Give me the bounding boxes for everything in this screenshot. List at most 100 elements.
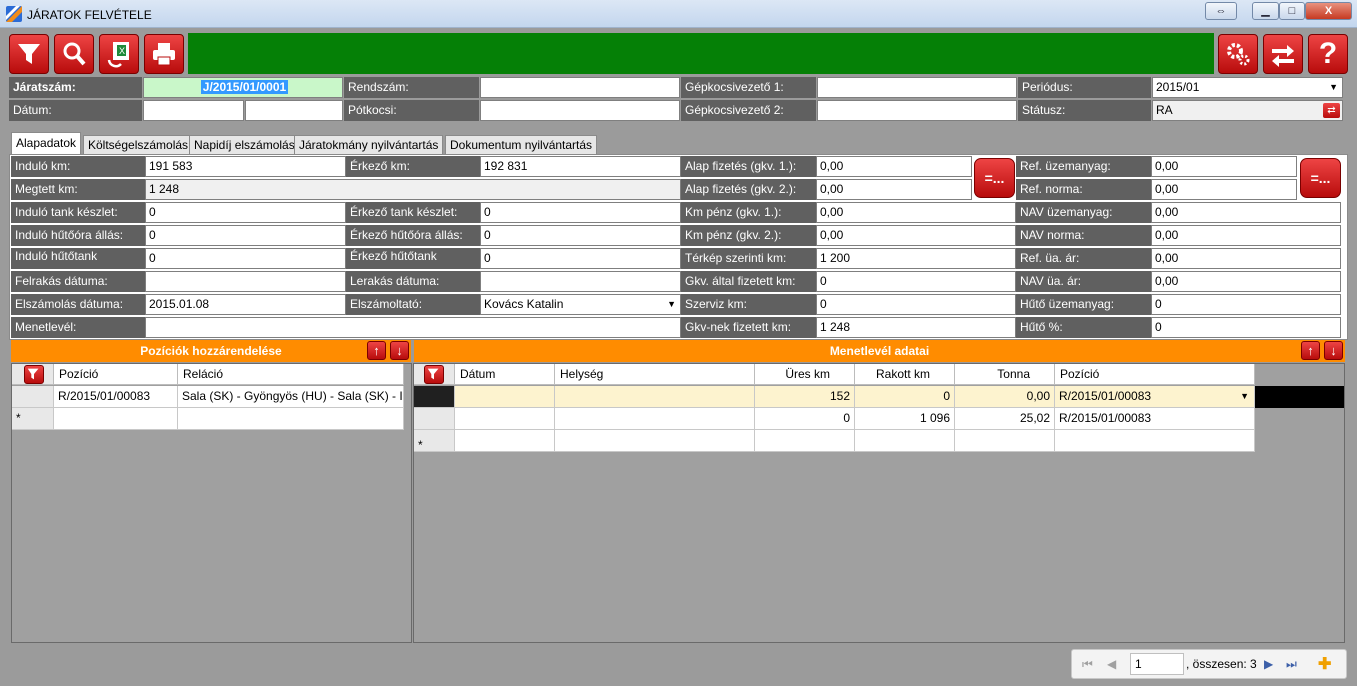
- menetlevel-filter-button[interactable]: [424, 365, 444, 384]
- col-ures-km[interactable]: Üres km: [755, 364, 855, 385]
- restore-size-button[interactable]: ⇔: [1205, 2, 1237, 20]
- tab-napidij[interactable]: Napidíj elszámolás: [189, 135, 300, 155]
- indulo-hutotank-field[interactable]: 0: [145, 248, 346, 269]
- table-cell[interactable]: Sala (SK) - Gyöngyös (HU) - Sala (SK) - …: [178, 386, 404, 408]
- indulo-km-field[interactable]: 191 583: [145, 156, 346, 177]
- col-helyseg[interactable]: Helység: [555, 364, 755, 385]
- jaratszam-field[interactable]: J/2015/01/0001: [143, 77, 343, 98]
- last-page-icon[interactable]: ⏭: [1286, 657, 1297, 672]
- status-field[interactable]: RA ⇄: [1152, 100, 1343, 121]
- table-cell[interactable]: 0,00: [955, 386, 1055, 408]
- refresh-icon[interactable]: ⇄: [1323, 103, 1340, 118]
- menetlevel-field[interactable]: [145, 317, 681, 338]
- erkezo-km-field[interactable]: 192 831: [480, 156, 681, 177]
- datum-field-1[interactable]: [143, 100, 244, 121]
- col-rakott-km[interactable]: Rakott km: [855, 364, 955, 385]
- km-penz-1-field[interactable]: 0,00: [816, 202, 1016, 223]
- tab-alapadatok[interactable]: Alapadatok: [11, 132, 82, 156]
- huto-ua-field[interactable]: 0: [1151, 294, 1341, 315]
- prev-page-icon[interactable]: ◀: [1107, 657, 1116, 671]
- table-cell[interactable]: [178, 408, 404, 430]
- switch-button[interactable]: [1263, 34, 1303, 74]
- minimize-button[interactable]: ▁: [1252, 2, 1279, 20]
- erkezo-huto-ora-field[interactable]: 0: [480, 225, 681, 246]
- row-selector[interactable]: [414, 386, 455, 408]
- ref-calc-button[interactable]: =...: [1300, 158, 1341, 198]
- indulo-huto-ora-field[interactable]: 0: [145, 225, 346, 246]
- felrakas-field[interactable]: [145, 271, 346, 292]
- col-relacio[interactable]: Reláció: [178, 364, 404, 385]
- row-selector[interactable]: [12, 386, 54, 408]
- datum-field-2[interactable]: [245, 100, 343, 121]
- elszamoltato-select[interactable]: Kovács Katalin ▼: [480, 294, 681, 315]
- table-cell[interactable]: [755, 430, 855, 452]
- excel-export-button[interactable]: X: [99, 34, 139, 74]
- gkv-nek-field[interactable]: 1 248: [816, 317, 1016, 338]
- sofor2-field[interactable]: [817, 100, 1017, 121]
- search-button[interactable]: [54, 34, 94, 74]
- table-cell[interactable]: [955, 430, 1055, 452]
- erkezo-hutotank-field[interactable]: 0: [480, 248, 681, 269]
- nav-ua-ar-field[interactable]: 0,00: [1151, 271, 1341, 292]
- potkocsi-field[interactable]: [480, 100, 680, 121]
- indulo-tank-field[interactable]: 0: [145, 202, 346, 223]
- table-cell[interactable]: [1055, 430, 1255, 452]
- tab-dokumentum[interactable]: Dokumentum nyilvántartás: [445, 135, 598, 155]
- gkv-fizetett-field[interactable]: 0: [816, 271, 1016, 292]
- table-cell[interactable]: [555, 430, 755, 452]
- alap-fizetes-2-field[interactable]: 0,00: [816, 179, 972, 200]
- table-cell[interactable]: [555, 386, 755, 408]
- km-penz-2-field[interactable]: 0,00: [816, 225, 1016, 246]
- alap-fizetes-1-field[interactable]: 0,00: [816, 156, 972, 177]
- alap-fizetes-calc-button[interactable]: =...: [974, 158, 1015, 198]
- ref-ua-field[interactable]: 0,00: [1151, 156, 1297, 177]
- sofor1-field[interactable]: [817, 77, 1017, 98]
- print-button[interactable]: [144, 34, 184, 74]
- periodus-select[interactable]: 2015/01 ▼: [1152, 77, 1343, 98]
- lerakas-field[interactable]: [480, 271, 681, 292]
- col-tonna[interactable]: Tonna: [955, 364, 1055, 385]
- nav-norma-field[interactable]: 0,00: [1151, 225, 1341, 246]
- page-number-input[interactable]: 1: [1130, 653, 1184, 675]
- col-pozicio[interactable]: Pozíció: [54, 364, 178, 385]
- table-cell[interactable]: 1 096: [855, 408, 955, 430]
- nav-ua-field[interactable]: 0,00: [1151, 202, 1341, 223]
- close-button[interactable]: X: [1305, 2, 1352, 20]
- tab-koltsegelszamolas[interactable]: Költségelszámolás: [83, 135, 194, 155]
- row-selector[interactable]: [414, 408, 455, 430]
- settings-button[interactable]: [1218, 34, 1258, 74]
- col-datum[interactable]: Dátum: [455, 364, 555, 385]
- table-cell[interactable]: [555, 408, 755, 430]
- poziciok-move-down-button[interactable]: ↓: [390, 341, 409, 360]
- menetlevel-move-up-button[interactable]: ↑: [1301, 341, 1320, 360]
- maximize-button[interactable]: □: [1279, 2, 1305, 20]
- table-cell[interactable]: [455, 386, 555, 408]
- poziciok-move-up-button[interactable]: ↑: [367, 341, 386, 360]
- terkep-km-field[interactable]: 1 200: [816, 248, 1016, 269]
- menetlevel-move-down-button[interactable]: ↓: [1324, 341, 1343, 360]
- erkezo-tank-field[interactable]: 0: [480, 202, 681, 223]
- ref-norma-field[interactable]: 0,00: [1151, 179, 1297, 200]
- szerviz-km-field[interactable]: 0: [816, 294, 1016, 315]
- first-page-icon[interactable]: ⏮: [1082, 657, 1093, 672]
- table-cell[interactable]: [855, 430, 955, 452]
- tab-jaratokmany[interactable]: Járatokmány nyilvántartás: [294, 135, 444, 155]
- poziciok-filter-button[interactable]: [24, 365, 44, 384]
- pozicio-dropdown[interactable]: R/2015/01/00083 ▼: [1055, 386, 1255, 408]
- table-cell[interactable]: [54, 408, 178, 430]
- rendszam-field[interactable]: [480, 77, 680, 98]
- elszamolas-field[interactable]: 2015.01.08: [145, 294, 346, 315]
- add-record-icon[interactable]: ✚: [1318, 654, 1331, 674]
- table-cell[interactable]: [455, 408, 555, 430]
- ref-ua-ar-field[interactable]: 0,00: [1151, 248, 1341, 269]
- table-cell[interactable]: R/2015/01/00083: [1055, 408, 1255, 430]
- next-page-icon[interactable]: ▶: [1264, 657, 1273, 671]
- table-cell[interactable]: 25,02: [955, 408, 1055, 430]
- table-cell[interactable]: 0: [755, 408, 855, 430]
- help-button[interactable]: ?: [1308, 34, 1348, 74]
- table-cell[interactable]: R/2015/01/00083: [54, 386, 178, 408]
- table-cell[interactable]: [455, 430, 555, 452]
- huto-pct-field[interactable]: 0: [1151, 317, 1341, 338]
- col-pozicio[interactable]: Pozíció: [1055, 364, 1255, 385]
- filter-button[interactable]: [9, 34, 49, 74]
